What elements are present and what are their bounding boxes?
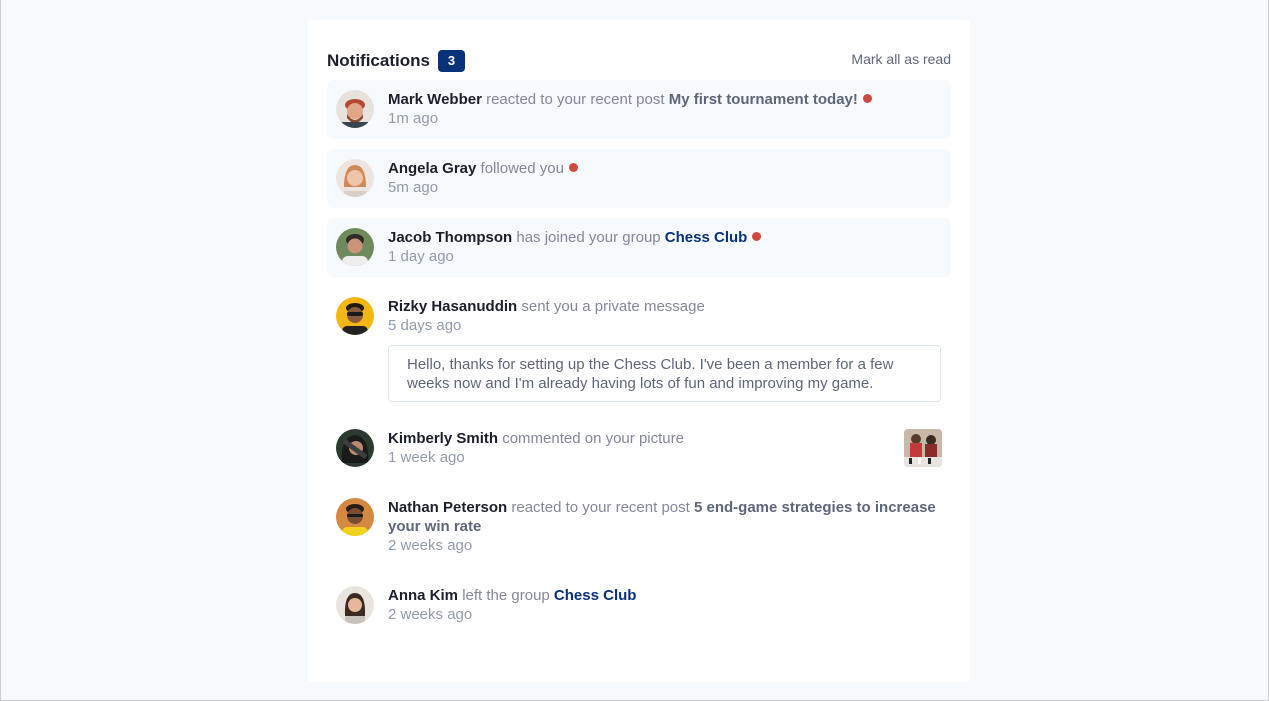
notification-item[interactable]: Kimberly Smith commented on your picture… (327, 419, 951, 478)
notification-action: has joined your group (516, 229, 661, 246)
notification-action: left the group (462, 587, 550, 604)
notification-time: 5 days ago (388, 317, 462, 334)
notification-user-name[interactable]: Anna Kim (388, 587, 458, 604)
notification-item[interactable]: Jacob Thompson has joined your group Che… (327, 218, 951, 277)
avatar-kimberly-smith-icon (336, 429, 374, 467)
notification-user-name[interactable]: Kimberly Smith (388, 430, 498, 447)
avatar-mark-webber-icon (336, 90, 374, 128)
mark-all-read-button[interactable]: Mark all as read (851, 51, 951, 67)
avatar[interactable] (336, 297, 374, 335)
unread-dot (862, 94, 872, 103)
notification-item[interactable]: Mark Webber reacted to your recent post … (327, 80, 951, 139)
notification-item[interactable]: Anna Kim left the group Chess Club 2 wee… (327, 576, 951, 635)
notification-item[interactable]: Rizky Hasanuddin sent you a private mess… (327, 287, 951, 413)
notification-user-name[interactable]: Rizky Hasanuddin (388, 298, 517, 315)
notification-time: 5m ago (388, 179, 439, 196)
notifications-header: Notifications 3 Mark all as read (327, 40, 951, 72)
notification-time: 1m ago (388, 110, 439, 127)
title-group: Notifications 3 (327, 49, 465, 72)
notification-user-name[interactable]: Mark Webber (388, 91, 482, 108)
notification-action: commented on your picture (502, 430, 684, 447)
notification-item[interactable]: Nathan Peterson reacted to your recent p… (327, 488, 951, 566)
page-title: Notifications (327, 50, 430, 70)
avatar-rizky-hasanuddin-icon (336, 297, 374, 335)
chess-picture-icon (904, 429, 942, 467)
private-message-preview[interactable]: Hello, thanks for setting up the Chess C… (388, 345, 941, 402)
avatar[interactable] (336, 90, 374, 128)
notification-time: 1 day ago (388, 248, 454, 265)
avatar[interactable] (336, 429, 374, 467)
notification-user-name[interactable]: Jacob Thompson (388, 229, 512, 246)
avatar[interactable] (336, 586, 374, 624)
notification-user-name[interactable]: Angela Gray (388, 160, 476, 177)
unread-count-badge: 3 (437, 49, 465, 72)
commented-picture-thumbnail[interactable] (904, 429, 942, 467)
unread-dot (752, 232, 762, 241)
notification-group-link[interactable]: Chess Club (554, 587, 637, 604)
notification-action: reacted to your recent post (486, 91, 665, 108)
notification-action: reacted to your recent post (511, 499, 690, 516)
notification-time: 2 weeks ago (388, 606, 473, 623)
notifications-card: Notifications 3 Mark all as read Mark We… (308, 20, 970, 682)
notification-action: sent you a private message (521, 298, 705, 315)
notification-time: 1 week ago (388, 449, 465, 466)
avatar[interactable] (336, 228, 374, 266)
notification-item[interactable]: Angela Gray followed you 5m ago (327, 149, 951, 208)
notification-action: followed you (480, 160, 564, 177)
avatar-angela-gray-icon (336, 159, 374, 197)
notification-post-link[interactable]: My first tournament today! (669, 91, 858, 108)
notification-time: 2 weeks ago (388, 537, 473, 554)
notification-user-name[interactable]: Nathan Peterson (388, 499, 507, 516)
avatar[interactable] (336, 159, 374, 197)
avatar-jacob-thompson-icon (336, 228, 374, 266)
avatar-anna-kim-icon (336, 586, 374, 624)
avatar[interactable] (336, 498, 374, 536)
notification-group-link[interactable]: Chess Club (665, 229, 748, 246)
unread-dot (568, 163, 578, 172)
avatar-nathan-peterson-icon (336, 498, 374, 536)
